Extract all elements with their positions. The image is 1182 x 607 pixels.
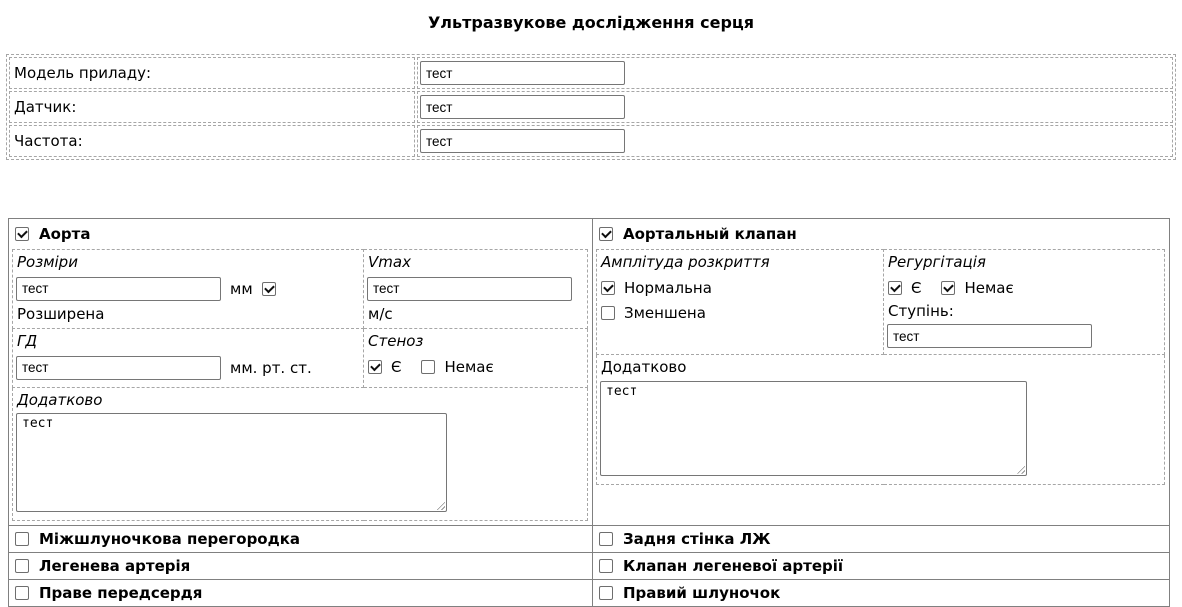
aorta-stenosis-cell: Стеноз Є Немає xyxy=(364,329,588,388)
lv-posterior-wall-checkbox[interactable] xyxy=(599,532,613,546)
frequency-row: Частота: xyxy=(9,125,1173,157)
interventricular-septum-checkbox[interactable] xyxy=(15,532,29,546)
amplitude-reduced-label: Зменшена xyxy=(624,304,706,322)
size-unit-checkbox[interactable] xyxy=(262,282,276,296)
dilated-label: Розширена xyxy=(16,303,361,325)
lv-posterior-wall-title: Задня стінка ЛЖ xyxy=(623,530,771,548)
interventricular-septum-title: Міжшлуночкова перегородка xyxy=(39,530,300,548)
vmax-input[interactable] xyxy=(367,277,572,301)
stenosis-no-label: Немає xyxy=(444,358,493,376)
frequency-input[interactable] xyxy=(420,129,625,153)
stenosis-yes-checkbox[interactable] xyxy=(368,360,382,374)
aorta-notes-cell: Додатково тест xyxy=(13,387,588,521)
stenosis-no-checkbox[interactable] xyxy=(421,360,435,374)
sections-table: Аорта Розміри мм xyxy=(8,218,1170,607)
gd-input[interactable] xyxy=(16,356,221,380)
aorta-header: Аорта xyxy=(9,219,592,247)
frequency-label: Частота: xyxy=(9,125,415,157)
amplitude-label: Амплітуда розкриття xyxy=(600,252,881,274)
aortic-valve-notes-label: Додатково xyxy=(600,357,1162,379)
amplitude-normal-checkbox[interactable] xyxy=(601,281,615,295)
pulmonary-valve-title: Клапан легеневої артерії xyxy=(623,557,843,575)
regurgitation-label: Регургітація xyxy=(887,252,1162,274)
regurgitation-yes-label: Є xyxy=(911,279,921,297)
device-info-table: Модель приладу: Датчик: Частота: xyxy=(6,54,1176,160)
section-lv-posterior-wall: Задня стінка ЛЖ xyxy=(593,526,1170,553)
aorta-notes-label: Додатково xyxy=(16,390,585,412)
aortic-valve-header: Аортальный клапан xyxy=(593,219,1169,247)
pulmonary-artery-title: Легенева артерія xyxy=(39,557,190,575)
vmax-unit-label: м/с xyxy=(367,303,585,325)
aorta-vmax-cell: Vmax м/с xyxy=(364,250,588,329)
aorta-notes-textarea[interactable]: тест xyxy=(16,413,447,512)
aorta-gd-cell: ГД мм. рт. ст. xyxy=(13,329,364,388)
aortic-valve-checkbox[interactable] xyxy=(599,227,613,241)
regurgitation-yes-checkbox[interactable] xyxy=(888,281,902,295)
section-right-atrium: Праве передсердя xyxy=(9,580,593,607)
sensor-row: Датчик: xyxy=(9,91,1173,123)
section-pulmonary-valve: Клапан легеневої артерії xyxy=(593,553,1170,580)
page-title: Ультразвукове дослідження серця xyxy=(0,13,1182,32)
regurgitation-cell: Регургітація Є Немає Ступінь: xyxy=(884,250,1165,355)
aorta-checkbox[interactable] xyxy=(15,227,29,241)
degree-input[interactable] xyxy=(887,324,1092,348)
device-model-input[interactable] xyxy=(420,61,625,85)
regurgitation-no-label: Немає xyxy=(964,279,1013,297)
aortic-valve-notes-cell: Додатково тест xyxy=(597,355,1165,485)
right-atrium-checkbox[interactable] xyxy=(15,586,29,600)
amplitude-normal-label: Нормальна xyxy=(624,279,712,297)
right-ventricle-checkbox[interactable] xyxy=(599,586,613,600)
amplitude-cell: Амплітуда розкриття Нормальна Зменшена xyxy=(597,250,884,355)
section-interventricular-septum: Міжшлуночкова перегородка xyxy=(9,526,593,553)
stenosis-label: Стеноз xyxy=(367,331,585,353)
size-label: Розміри xyxy=(16,252,361,274)
aorta-size-cell: Розміри мм Розширена xyxy=(13,250,364,329)
section-pulmonary-artery: Легенева артерія xyxy=(9,553,593,580)
gd-unit-label: мм. рт. ст. xyxy=(230,359,312,377)
aorta-subtable: Розміри мм Розширена Vmax xyxy=(12,249,588,521)
aortic-valve-subtable: Амплітуда розкриття Нормальна Зменшена xyxy=(596,249,1165,485)
regurgitation-no-checkbox[interactable] xyxy=(941,281,955,295)
size-input[interactable] xyxy=(16,277,221,301)
section-aortic-valve: Аортальный клапан Амплітуда розкриття xyxy=(593,219,1170,526)
device-model-row: Модель приладу: xyxy=(9,57,1173,89)
size-unit-label: мм xyxy=(230,280,253,298)
aortic-valve-title: Аортальный клапан xyxy=(623,225,797,243)
degree-label: Ступінь: xyxy=(887,301,1162,323)
pulmonary-artery-checkbox[interactable] xyxy=(15,559,29,573)
gd-label: ГД xyxy=(16,331,361,353)
pulmonary-valve-checkbox[interactable] xyxy=(599,559,613,573)
device-model-label: Модель приладу: xyxy=(9,57,415,89)
sensor-label: Датчик: xyxy=(9,91,415,123)
amplitude-reduced-checkbox[interactable] xyxy=(601,306,615,320)
stenosis-yes-label: Є xyxy=(391,358,401,376)
aorta-title: Аорта xyxy=(39,225,90,243)
section-right-ventricle: Правий шлуночок xyxy=(593,580,1170,607)
vmax-label: Vmax xyxy=(367,252,585,274)
aortic-valve-notes-textarea[interactable]: тест xyxy=(600,381,1027,476)
section-aorta: Аорта Розміри мм xyxy=(9,219,593,526)
sensor-input[interactable] xyxy=(420,95,625,119)
